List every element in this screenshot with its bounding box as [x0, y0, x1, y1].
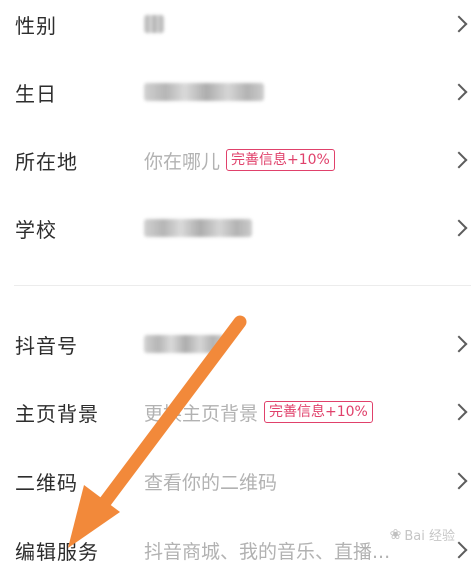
- watermark-text: Bai 经验: [404, 529, 455, 544]
- row-label: 学校: [15, 217, 57, 242]
- blurred-value: [144, 15, 164, 33]
- row-value: 抖音商城、我的音乐、直播...: [144, 537, 390, 564]
- chevron-right-icon: [450, 472, 468, 490]
- complete-info-badge: 完善信息+10%: [264, 401, 373, 423]
- chevron-right-icon: [450, 403, 468, 421]
- blurred-value: [144, 83, 264, 101]
- profile-row-douyin-id[interactable]: 抖音号: [0, 310, 471, 378]
- services-hint: 抖音商城、我的音乐、直播...: [144, 540, 391, 563]
- blurred-value: [144, 335, 224, 353]
- row-label: 主页背景: [15, 401, 99, 426]
- row-value-blurred: [144, 335, 224, 353]
- profile-row-location[interactable]: 所在地 你在哪儿 完善信息+10%: [0, 126, 471, 194]
- profile-row-homepage-background[interactable]: 主页背景 更换主页背景 完善信息+10%: [0, 378, 471, 446]
- row-value: 查看你的二维码: [144, 468, 277, 495]
- row-label: 所在地: [15, 149, 78, 174]
- row-value-blurred: [144, 83, 264, 101]
- row-label: 抖音号: [15, 333, 78, 358]
- chevron-right-icon: [450, 151, 468, 169]
- row-label: 性别: [15, 13, 57, 38]
- location-placeholder: 你在哪儿: [144, 150, 221, 173]
- row-value: 你在哪儿 完善信息+10%: [144, 147, 335, 174]
- blurred-value: [144, 219, 252, 237]
- chevron-right-icon: [450, 219, 468, 237]
- chevron-right-icon: [450, 541, 468, 559]
- background-hint: 更换主页背景: [144, 402, 259, 425]
- row-value: 更换主页背景 完善信息+10%: [144, 399, 373, 426]
- paw-icon: ❀: [389, 526, 402, 543]
- profile-row-school[interactable]: 学校: [0, 194, 471, 262]
- qr-code-hint: 查看你的二维码: [144, 471, 278, 494]
- chevron-right-icon: [450, 15, 468, 33]
- complete-info-badge: 完善信息+10%: [226, 149, 335, 171]
- profile-row-gender[interactable]: 性别: [0, 0, 471, 58]
- watermark: ❀ Bai 经验: [389, 525, 455, 545]
- section-divider: [14, 285, 471, 286]
- row-label: 二维码: [15, 470, 78, 495]
- profile-row-birthday[interactable]: 生日: [0, 58, 471, 126]
- chevron-right-icon: [450, 83, 468, 101]
- row-label: 生日: [15, 81, 57, 106]
- row-label: 编辑服务: [15, 539, 99, 564]
- row-value-blurred: [144, 219, 252, 237]
- profile-row-qr-code[interactable]: 二维码 查看你的二维码: [0, 447, 471, 515]
- row-value-blurred: [144, 15, 164, 33]
- chevron-right-icon: [450, 335, 468, 353]
